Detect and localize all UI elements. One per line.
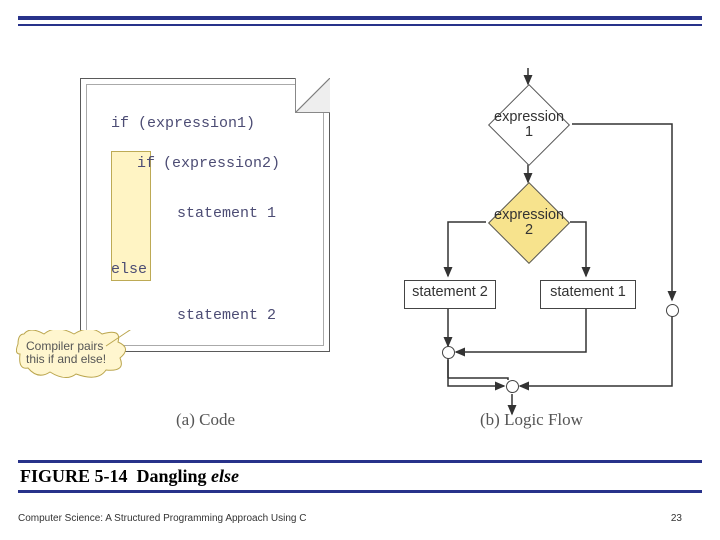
subcaption-a: (a) Code <box>176 410 235 430</box>
connector-3 <box>666 304 679 317</box>
subcaption-b: (b) Logic Flow <box>480 410 583 430</box>
top-rule-thick <box>18 16 702 20</box>
diamond2-label: expression 2 <box>494 208 564 238</box>
code-line4-else: else <box>111 261 147 278</box>
code-line2-expr: (expression2) <box>163 155 280 172</box>
code-line5: statement 2 <box>177 307 276 324</box>
footer: Computer Science: A Structured Programmi… <box>18 513 702 524</box>
figure-title: Dangling <box>137 466 207 486</box>
figure-title-else: else <box>211 466 239 486</box>
flowchart: expression 1 expression 2 statement 2 st… <box>400 62 700 422</box>
connector-2 <box>506 380 519 393</box>
figure-number: FIGURE 5-14 <box>20 466 128 486</box>
diamond1-label: expression 1 <box>494 110 564 140</box>
code-page: if (expression1) if (expression2) statem… <box>80 78 330 352</box>
box-statement1: statement 1 <box>540 280 636 309</box>
code-line2-if: if <box>137 155 155 172</box>
figure-caption: FIGURE 5-14 Dangling else <box>18 460 702 493</box>
callout-line2: this if and else! <box>26 352 106 366</box>
box-statement2: statement 2 <box>404 280 496 309</box>
page-fold-icon <box>295 78 330 113</box>
compiler-callout: Compiler pairs this if and else! <box>16 330 124 378</box>
page-number: 23 <box>671 513 682 524</box>
connector-1 <box>442 346 455 359</box>
code-line1: if (expression1) <box>111 115 255 132</box>
footer-text: Computer Science: A Structured Programmi… <box>18 513 306 524</box>
code-line3: statement 1 <box>177 205 276 222</box>
top-rule-thin <box>18 24 702 26</box>
